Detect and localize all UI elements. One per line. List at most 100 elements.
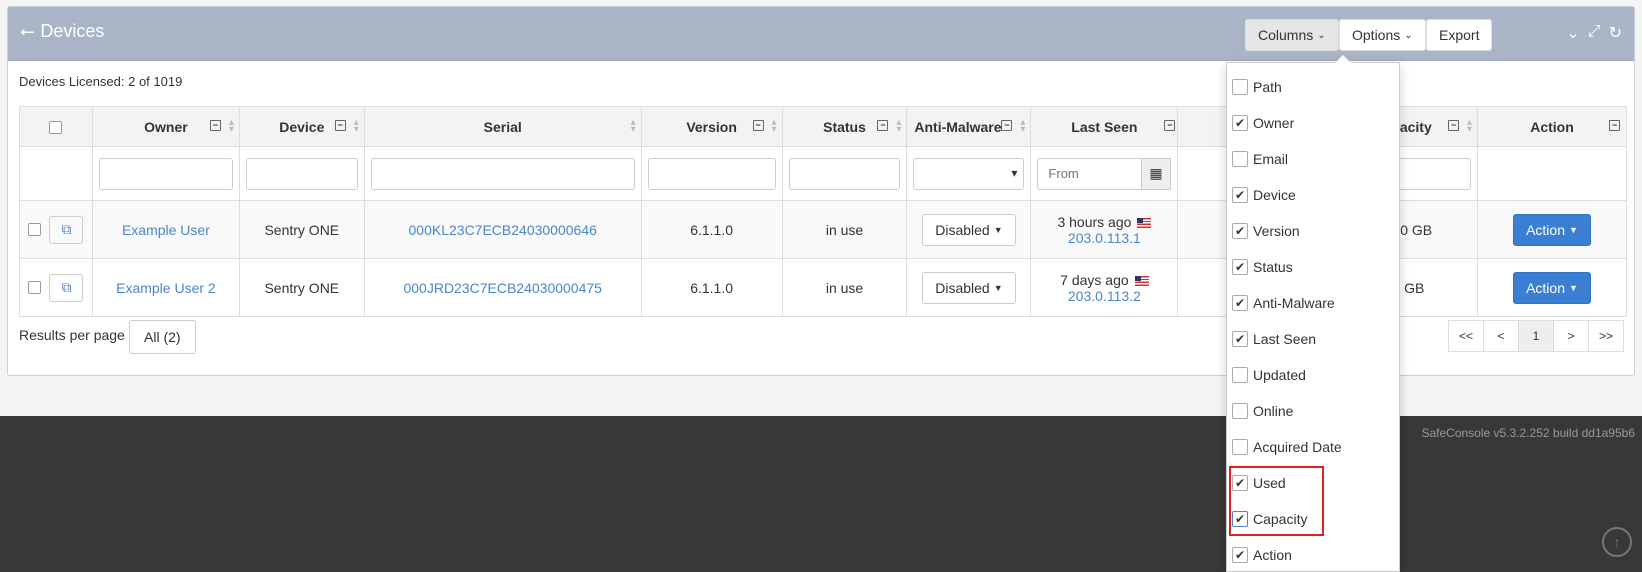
serial-link[interactable]: 000KL23C7ECB24030000646 bbox=[363, 200, 642, 259]
prev-page-button[interactable]: < bbox=[1482, 320, 1519, 352]
owner-filter-input[interactable] bbox=[98, 157, 233, 190]
anti-malware-dropdown[interactable]: Disabled ▼ bbox=[922, 213, 1016, 246]
serial-link[interactable]: 000JRD23C7ECB24030000475 bbox=[363, 258, 642, 317]
action-button[interactable]: Action ▼ bbox=[1513, 213, 1591, 246]
header-version[interactable]: Version − ▴ ▾ bbox=[640, 106, 783, 147]
hide-column-icon[interactable]: − bbox=[1448, 120, 1460, 131]
sort-icon[interactable]: ▴ ▾ bbox=[354, 118, 359, 135]
column-option-acquired-date[interactable]: Acquired Date bbox=[1232, 436, 1342, 458]
owner-link[interactable]: Example User bbox=[91, 200, 240, 259]
export-button[interactable]: Export bbox=[1426, 19, 1493, 51]
ip-link[interactable]: 203.0.113.1 bbox=[1037, 230, 1171, 246]
header-last-seen[interactable]: Last Seen − bbox=[1030, 106, 1179, 147]
anti-malware-filter-select[interactable] bbox=[913, 157, 1025, 190]
last-seen-text: 7 days ago bbox=[1060, 271, 1129, 288]
column-option-device[interactable]: ✔ Device bbox=[1232, 184, 1296, 206]
header-anti-malware[interactable]: Anti-Malware − ▴ ▾ bbox=[906, 106, 1032, 147]
header-action-label: Action bbox=[1530, 118, 1574, 135]
owner-link[interactable]: Example User 2 bbox=[91, 258, 240, 317]
anti-malware-cell: Disabled ▼ bbox=[906, 258, 1032, 317]
results-per-page-button[interactable]: All (2) bbox=[129, 320, 196, 354]
refresh-icon[interactable]: ↻ bbox=[1609, 23, 1622, 43]
column-checkbox[interactable]: ✔ bbox=[1232, 259, 1248, 275]
last-seen-from-input[interactable] bbox=[1037, 157, 1142, 190]
options-button[interactable]: Options ⌄ bbox=[1339, 19, 1426, 51]
status-filter-input[interactable] bbox=[788, 157, 901, 190]
hide-column-icon[interactable]: − bbox=[209, 120, 221, 131]
filter-cell bbox=[1477, 146, 1627, 201]
column-option-online[interactable]: Online bbox=[1232, 400, 1293, 422]
sort-icon[interactable]: ▴ ▾ bbox=[631, 118, 636, 135]
device-cell: Sentry ONE bbox=[238, 258, 365, 317]
column-checkbox[interactable]: ✔ bbox=[1232, 187, 1248, 203]
column-checkbox[interactable] bbox=[1232, 151, 1248, 167]
row-checkbox[interactable] bbox=[28, 223, 42, 236]
column-option-owner[interactable]: ✔ Owner bbox=[1232, 112, 1294, 134]
anti-malware-label: Disabled bbox=[935, 221, 990, 238]
column-checkbox[interactable]: ✔ bbox=[1232, 331, 1248, 347]
column-checkbox[interactable] bbox=[1232, 439, 1248, 455]
hide-column-icon[interactable]: − bbox=[334, 120, 346, 131]
header-status[interactable]: Status − ▴ ▾ bbox=[781, 106, 908, 147]
version-filter-input[interactable] bbox=[647, 157, 776, 190]
scroll-top-icon[interactable]: ↑ bbox=[1602, 527, 1632, 557]
column-option-status[interactable]: ✔ Status bbox=[1232, 256, 1293, 278]
external-link-icon[interactable]: ⧉ bbox=[49, 215, 84, 244]
sort-icon[interactable]: ▴ ▾ bbox=[772, 118, 777, 135]
hide-column-icon[interactable]: − bbox=[1609, 120, 1620, 131]
serial-filter-input[interactable] bbox=[370, 157, 635, 190]
expand-icon[interactable]: ⤢ bbox=[1588, 23, 1601, 43]
next-page-button[interactable]: > bbox=[1552, 320, 1589, 352]
collapse-icon[interactable]: ⌄ bbox=[1566, 23, 1579, 43]
hide-column-icon[interactable]: − bbox=[877, 120, 889, 131]
hide-column-icon[interactable]: − bbox=[1001, 120, 1013, 131]
panel-title: ⭠ Devices bbox=[20, 21, 104, 42]
column-option-action[interactable]: ✔ Action bbox=[1232, 544, 1292, 566]
column-checkbox[interactable]: ✔ bbox=[1232, 115, 1248, 131]
column-checkbox[interactable]: ✔ bbox=[1232, 223, 1248, 239]
hide-column-icon[interactable]: − bbox=[752, 120, 764, 131]
anti-malware-dropdown[interactable]: Disabled ▼ bbox=[922, 271, 1016, 304]
header-serial[interactable]: Serial ▴ ▾ bbox=[363, 106, 642, 147]
sort-icon[interactable]: ▴ ▾ bbox=[896, 118, 901, 135]
sort-icon[interactable]: ▴ ▾ bbox=[229, 118, 234, 135]
column-option-version[interactable]: ✔ Version bbox=[1232, 220, 1300, 242]
current-page-button[interactable]: 1 bbox=[1517, 320, 1554, 352]
column-checkbox[interactable] bbox=[1232, 367, 1248, 383]
last-seen-filter: ▦ bbox=[1037, 157, 1172, 190]
sort-icon[interactable]: ▴ ▾ bbox=[1020, 118, 1025, 135]
external-link-icon[interactable]: ⧉ bbox=[49, 273, 84, 302]
results-per-page-label: Results per page bbox=[19, 327, 125, 343]
licensed-count: Devices Licensed: 2 of 1019 bbox=[19, 74, 183, 89]
header-version-label: Version bbox=[686, 118, 737, 135]
row-select-cell: ⧉ bbox=[19, 200, 93, 259]
column-option-anti-malware[interactable]: ✔ Anti-Malware bbox=[1232, 292, 1335, 314]
panel-title-text: Devices bbox=[40, 21, 105, 41]
row-checkbox[interactable] bbox=[28, 281, 42, 294]
column-checkbox[interactable]: ✔ bbox=[1232, 295, 1248, 311]
us-flag-icon bbox=[1137, 217, 1152, 228]
column-option-updated[interactable]: Updated bbox=[1232, 364, 1306, 386]
columns-button[interactable]: Columns ⌄ bbox=[1245, 19, 1339, 51]
column-checkbox[interactable] bbox=[1232, 79, 1248, 95]
calendar-icon[interactable]: ▦ bbox=[1141, 157, 1172, 190]
column-option-path[interactable]: Path bbox=[1232, 76, 1282, 98]
column-checkbox[interactable]: ✔ bbox=[1232, 547, 1248, 563]
hide-column-icon[interactable]: − bbox=[1164, 120, 1176, 131]
header-device[interactable]: Device − ▴ ▾ bbox=[238, 106, 365, 147]
header-owner[interactable]: Owner − ▴ ▾ bbox=[91, 106, 240, 147]
column-option-email[interactable]: Email bbox=[1232, 148, 1288, 170]
sort-icon[interactable]: ▴ ▾ bbox=[1467, 118, 1472, 135]
select-all-checkbox[interactable] bbox=[49, 121, 63, 135]
header-anti-malware-label: Anti-Malware bbox=[914, 118, 1002, 135]
column-option-last-seen[interactable]: ✔ Last Seen bbox=[1232, 328, 1316, 350]
device-filter-input[interactable] bbox=[245, 157, 358, 190]
action-button-label: Action bbox=[1526, 221, 1565, 238]
first-page-button[interactable]: << bbox=[1447, 320, 1484, 352]
column-checkbox[interactable] bbox=[1232, 403, 1248, 419]
filter-cell bbox=[781, 146, 908, 201]
column-option-label: Owner bbox=[1253, 115, 1295, 131]
ip-link[interactable]: 203.0.113.2 bbox=[1037, 288, 1171, 304]
action-button[interactable]: Action ▼ bbox=[1513, 271, 1591, 304]
last-page-button[interactable]: >> bbox=[1587, 320, 1624, 352]
